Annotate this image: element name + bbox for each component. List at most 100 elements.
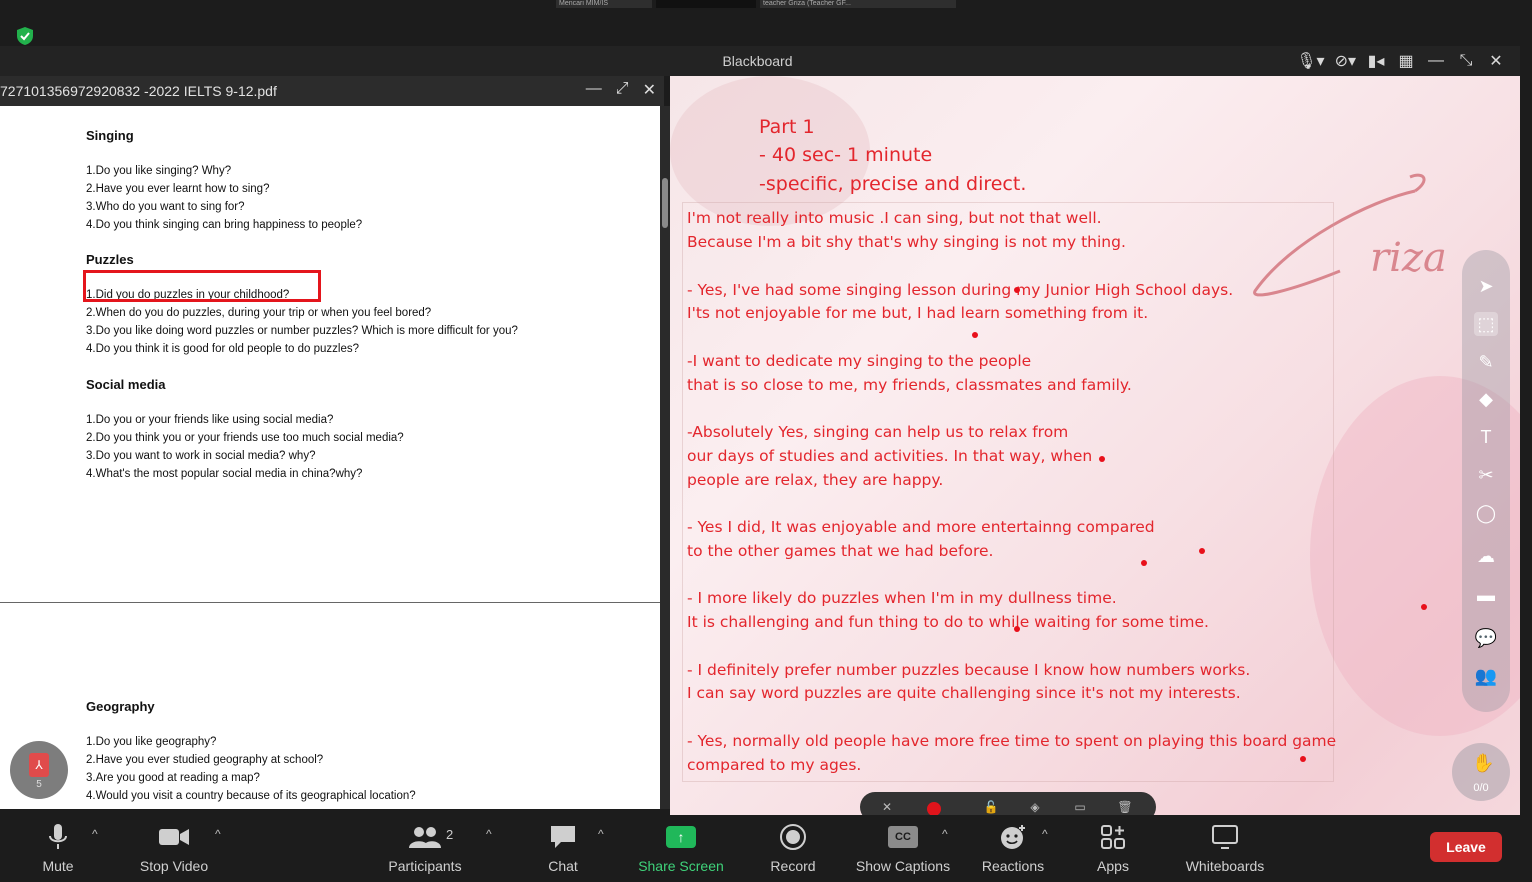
minimize-icon[interactable]: —: [586, 80, 602, 100]
grid-icon[interactable]: ▦: [1396, 51, 1416, 71]
shape-icon[interactable]: ◯: [1474, 501, 1498, 525]
heading-line: - 40 sec- 1 minute: [759, 144, 933, 166]
camera-off-icon[interactable]: ⊘▾: [1335, 51, 1356, 71]
answer-line: I can say word puzzles are quite challen…: [687, 684, 1241, 702]
record-dot-icon[interactable]: [927, 802, 941, 816]
ink-dot: [1421, 604, 1427, 610]
ink-dot: [1014, 287, 1020, 293]
whiteboard-bottom-bar: ✕ 🔓 ◈ ▭ 🗑: [860, 792, 1156, 816]
video-thumbnail[interactable]: teacher Griza (Teacher GF...: [760, 0, 956, 8]
participants-count: 2: [446, 827, 454, 842]
show-captions-label: Show Captions: [855, 858, 951, 874]
mute-options-caret[interactable]: ^: [92, 827, 98, 841]
whiteboard-canvas[interactable]: Part 1 - 40 sec- 1 minute -specific, pre…: [670, 76, 1520, 816]
participants-button[interactable]: Participants: [380, 815, 470, 882]
answer-line: -I want to dedicate my singing to the pe…: [687, 352, 1032, 370]
pdf-file-badge[interactable]: ⅄ 5: [10, 741, 68, 799]
pdf-page[interactable]: Singing 1.Do you like singing? Why? 2.Ha…: [0, 106, 660, 809]
ink-dot: [1014, 626, 1020, 632]
chat-button[interactable]: Chat: [533, 815, 593, 882]
chat-options-caret[interactable]: ^: [598, 827, 604, 841]
whiteboards-label: Whiteboards: [1185, 858, 1265, 874]
stop-video-label: Stop Video: [139, 858, 209, 874]
reactions-options-caret[interactable]: ^: [1042, 827, 1048, 841]
answer-line: - I more likely do puzzles when I'm in m…: [687, 589, 1117, 607]
smiley-icon: [976, 823, 1050, 851]
stop-video-button[interactable]: Stop Video: [130, 815, 218, 882]
whiteboard-icon: [1176, 823, 1274, 851]
reactions-button[interactable]: Reactions: [976, 815, 1050, 882]
captions-options-caret[interactable]: ^: [942, 827, 948, 841]
participants-icon: [380, 823, 470, 851]
eraser-icon[interactable]: ◆: [1474, 387, 1498, 411]
unlock-icon[interactable]: 🔓: [982, 800, 1000, 814]
pen-icon[interactable]: ✎: [1474, 350, 1498, 374]
mute-button[interactable]: Mute: [20, 815, 96, 882]
window-icon[interactable]: ▭: [1071, 800, 1089, 814]
answer-line: I'm not really into music .I can sing, b…: [687, 209, 1102, 227]
pdf-icon: ⅄: [29, 753, 49, 777]
chat-bubble-icon[interactable]: 💬: [1474, 626, 1498, 650]
layers-icon[interactable]: ◈: [1026, 800, 1044, 814]
ink-dot: [1141, 560, 1147, 566]
whiteboard-toolbar: ➤ ⬚ ✎ ◆ T ✂ ◯ ☁ ▬ 💬 👥: [1462, 250, 1510, 712]
video-thumbnail[interactable]: Mencari MIM/IS: [556, 0, 652, 8]
scrollbar-thumb[interactable]: [662, 178, 668, 228]
answer-line: I'ts not enjoyable for me but, I had lea…: [687, 304, 1149, 322]
meeting-window: Mencari MIM/IS teacher Griza (Teacher GF…: [0, 0, 1532, 882]
answer-line: that is so close to me, my friends, clas…: [687, 376, 1132, 394]
question: 1.Do you like singing? Why?: [86, 165, 232, 177]
share-screen-label: Share Screen: [638, 858, 724, 874]
heading-line: -specific, precise and direct.: [759, 173, 1027, 195]
question: 2.When do you do puzzles, during your tr…: [86, 307, 432, 319]
question: 3.Do you want to work in social media? w…: [86, 450, 316, 462]
security-shield-icon[interactable]: [14, 25, 36, 47]
trash-icon[interactable]: 🗑: [1116, 800, 1134, 814]
minimize-icon[interactable]: —: [1426, 52, 1446, 70]
section-heading: Puzzles: [86, 252, 134, 267]
show-captions-button[interactable]: CC Show Captions: [850, 815, 956, 882]
answer-line: our days of studies and activities. In t…: [687, 447, 1093, 465]
cloud-icon[interactable]: ☁: [1474, 544, 1498, 568]
answer-line: to the other games that we had before.: [687, 542, 994, 560]
pointer-icon[interactable]: ➤: [1474, 274, 1498, 298]
text-icon[interactable]: T: [1474, 425, 1498, 449]
answer-line: compared to my ages.: [687, 756, 862, 774]
page-counter-button[interactable]: ✋ 0/0: [1452, 743, 1510, 801]
answer-line: - I definitely prefer number puzzles bec…: [687, 661, 1251, 679]
mic-muted-icon[interactable]: 🎙▾: [1296, 51, 1324, 71]
ink-dot: [1199, 548, 1205, 554]
video-thumbnail[interactable]: [656, 0, 756, 8]
video-icon[interactable]: ▮◂: [1366, 51, 1386, 71]
apps-label: Apps: [1097, 858, 1129, 874]
video-options-caret[interactable]: ^: [215, 827, 221, 841]
record-label: Record: [770, 858, 816, 874]
answer-line: - Yes, I've had some singing lesson duri…: [687, 281, 1234, 299]
page-counter: 0/0: [1473, 782, 1489, 794]
close-icon[interactable]: ✕: [1486, 51, 1506, 71]
scissors-icon[interactable]: ✂: [1474, 463, 1498, 487]
selection-icon[interactable]: ⬚: [1474, 312, 1498, 336]
raise-hand-icon: ✋: [1472, 753, 1495, 773]
question: 2.Have you ever learnt how to sing?: [86, 183, 270, 195]
whiteboards-button[interactable]: Whiteboards: [1176, 815, 1274, 882]
question: 2.Have you ever studied geography at sch…: [86, 754, 324, 766]
toolbox-icon[interactable]: ▬: [1474, 583, 1498, 607]
pdf-scrollbar[interactable]: [660, 106, 670, 809]
ink-dot: [972, 332, 978, 338]
record-button[interactable]: Record: [760, 815, 826, 882]
apps-icon: [1088, 823, 1138, 851]
expand-icon[interactable]: ⤢: [616, 80, 629, 100]
answer-line: - Yes I did, It was enjoyable and more e…: [687, 518, 1155, 536]
shrink-icon[interactable]: ⤡: [1456, 52, 1476, 70]
users-icon[interactable]: 👥: [1474, 664, 1498, 688]
leave-button[interactable]: Leave: [1430, 832, 1502, 862]
question: 4.Do you think singing can bring happine…: [86, 219, 363, 231]
close-circle-icon[interactable]: ✕: [878, 800, 896, 814]
participants-options-caret[interactable]: ^: [486, 827, 492, 841]
share-screen-button[interactable]: ↑ Share Screen: [632, 815, 730, 882]
question: 4.Do you think it is good for old people…: [86, 343, 359, 355]
apps-button[interactable]: Apps: [1088, 815, 1138, 882]
question: 4.What's the most popular social media i…: [86, 468, 363, 480]
close-icon[interactable]: ✕: [643, 80, 656, 100]
